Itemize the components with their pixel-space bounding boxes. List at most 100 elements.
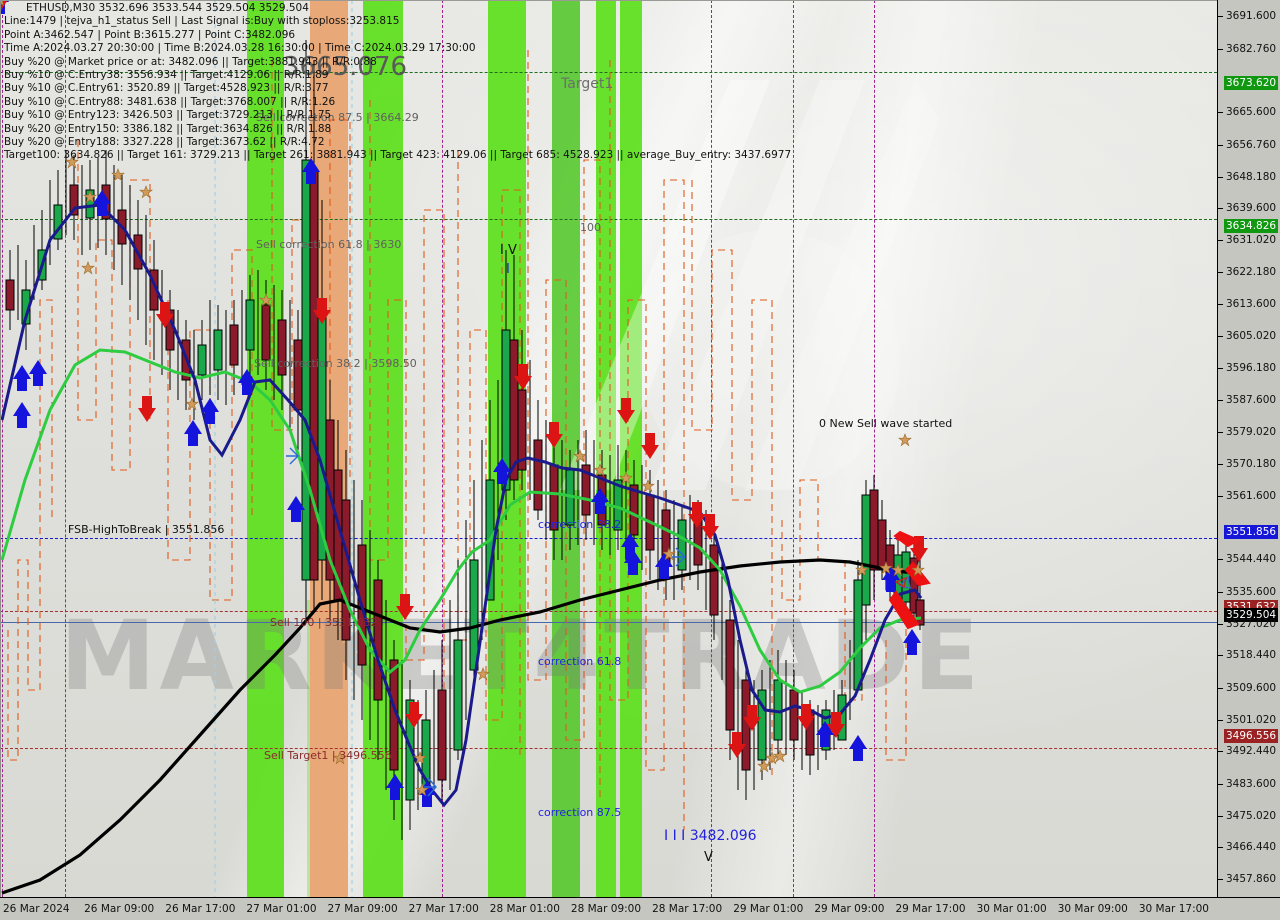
time-tick-label: 28 Mar 17:00 (652, 903, 723, 915)
price-tick-label: 3509.600 (1226, 682, 1277, 695)
time-tick-label: 30 Mar 17:00 (1138, 903, 1209, 915)
slow-ma-line (0, 203, 923, 808)
axis-tick (1218, 208, 1223, 210)
axis-tick (1218, 688, 1223, 690)
axis-tick (1218, 496, 1223, 498)
price-line-3529 (0, 622, 1217, 623)
time-tick-label: 27 Mar 01:00 (246, 903, 317, 915)
price-axis[interactable]: 3691.600 3682.760 3673.620 3665.600 3656.760… (1217, 0, 1280, 897)
axis-tick (1218, 655, 1223, 657)
axis-tick (1218, 815, 1223, 817)
price-marker-3496-556: 3496.556 (1224, 729, 1279, 744)
time-tick-label: 26 Mar 09:00 (84, 903, 155, 915)
price-tick-label: 3475.020 (1226, 809, 1277, 822)
header-line-buy-38: Buy %10 @ C.Entry38: 3556.934 || Target:… (4, 69, 329, 82)
axis-tick (1218, 879, 1223, 881)
time-tick-label: 27 Mar 09:00 (327, 903, 398, 915)
price-tick-label: 3656.760 (1226, 138, 1277, 151)
sell-correction-61: Sell correction 61.8 | 3630 (256, 238, 402, 251)
price-tick-label: 3631.020 (1226, 233, 1277, 246)
price-tick-label: 3665.600 (1226, 106, 1277, 119)
time-tick-label: 27 Mar 17:00 (408, 903, 479, 915)
header-line-buy-61: Buy %10 @ C.Entry61: 3520.89 || Target:4… (4, 82, 329, 95)
axis-tick (1218, 400, 1223, 402)
price-tick-label: 3648.180 (1226, 170, 1277, 183)
header-line-buy-150: Buy %20 @ Entry150: 3386.182 || Target:3… (4, 122, 332, 135)
axis-tick (1218, 176, 1223, 178)
chart-info-header: ETHUSD,M30 3532.696 3533.544 3529.504 35… (4, 2, 792, 163)
time-tick-label: 29 Mar 17:00 (895, 903, 966, 915)
price-line-3531 (0, 611, 1217, 612)
fsb-high-to-break: FSB-HighToBreak | 3551.856 (68, 523, 225, 536)
price-tick-label: 3691.600 (1226, 10, 1277, 23)
wave-tick-label: I (506, 262, 510, 277)
axis-tick (1218, 592, 1223, 594)
header-line-symbol: ETHUSD,M30 3532.696 3533.544 3529.504 35… (26, 2, 309, 14)
price-tick-label: 3570.180 (1226, 458, 1277, 471)
plot-left-border (0, 0, 1, 897)
price-tick-label: 3605.020 (1226, 329, 1277, 342)
axis-tick (1218, 304, 1223, 306)
time-tick-label: 26 Mar 17:00 (165, 903, 236, 915)
axis-tick (1218, 239, 1223, 241)
fast-ma-line (0, 348, 922, 694)
axis-tick (1218, 623, 1223, 625)
sell-100-label: Sell 100 | 3531.632 (270, 616, 378, 629)
correction-61-label: correction 61.8 (538, 655, 622, 668)
session-divider (2, 0, 3, 897)
price-tick-label: 3501.020 (1226, 713, 1277, 726)
axis-tick (1218, 719, 1223, 721)
time-axis[interactable]: 26 Mar 2024 26 Mar 09:00 26 Mar 17:00 27 Ma… (0, 897, 1280, 920)
price-tick-label: 3466.440 (1226, 841, 1277, 854)
chart-plot-area[interactable]: MARKET4TRADE 3665.076 Target1 100 Sell c… (0, 0, 1217, 897)
sell-correction-38: Sell correction 38.2 | 3598.50 (254, 357, 417, 370)
price-tick-label: 3639.600 (1226, 202, 1277, 215)
session-divider (874, 0, 875, 897)
price-tick-label: 3622.180 (1226, 266, 1277, 279)
header-line-status: Line:1479 | tejva_h1_status Sell | Last … (4, 15, 400, 28)
correction-87-label: correction 87.5 (538, 806, 622, 819)
axis-tick (1218, 272, 1223, 274)
axis-tick (1218, 559, 1223, 561)
price-line-3634 (0, 219, 1217, 220)
sell-target1-label: Sell Target1 | 3496.556 (264, 749, 392, 762)
price-tick-label: 3613.600 (1226, 298, 1277, 311)
session-divider (793, 0, 794, 897)
header-line-buy-market: Buy %20 @ Market price or at: 3482.096 |… (4, 55, 377, 68)
price-tick-label: 3457.860 (1226, 873, 1277, 886)
time-tick-label: 26 Mar 2024 (3, 903, 70, 915)
time-tick-label: 28 Mar 09:00 (570, 903, 642, 915)
wave-v-label: V (704, 850, 713, 865)
wave-iv-label: I V (500, 243, 517, 258)
price-tick-label: 3544.440 (1226, 553, 1277, 566)
header-line-times: Time A:2024.03.27 20:30:00 | Time B:2024… (4, 42, 476, 55)
price-marker-3634-826: 3634.826 (1224, 218, 1279, 233)
time-tick-label: 29 Mar 01:00 (733, 903, 804, 915)
price-tick-label: 3587.600 (1226, 394, 1277, 407)
header-line-points: Point A:3462.547 | Point B:3615.277 | Po… (4, 28, 296, 41)
price-tick-label: 3492.440 (1226, 745, 1277, 758)
time-tick-label: 29 Mar 09:00 (814, 903, 885, 915)
axis-tick (1218, 335, 1223, 337)
header-line-buy-88: Buy %10 @ C.Entry88: 3481.638 || Target:… (4, 95, 336, 108)
axis-tick (1218, 112, 1223, 114)
price-tick-label: 3535.600 (1226, 586, 1277, 599)
price-line-3496 (0, 748, 1217, 749)
trading-chart-window: MARKET4TRADE 3665.076 Target1 100 Sell c… (0, 0, 1280, 920)
axis-tick (1218, 48, 1223, 50)
new-sell-wave-label: 0 New Sell wave started (819, 417, 953, 430)
price-marker-3551-856: 3551.856 (1224, 525, 1279, 540)
price-tick-label: 3518.440 (1226, 649, 1277, 662)
header-line-buy-188: Buy %20 @ Entry188: 3327.228 || Target:3… (4, 136, 325, 149)
axis-tick (1218, 784, 1223, 786)
header-line-buy-123: Buy %10 @ Entry123: 3426.503 || Target:3… (4, 109, 332, 122)
price-tick-label: 3527.020 (1226, 617, 1277, 630)
wave-price-label: I I I 3482.096 (664, 828, 757, 844)
header-line-targets: Target100: 3634.826 || Target 161: 3729.… (4, 149, 792, 162)
price-tick-label: 3579.020 (1226, 425, 1277, 438)
plot-top-border (0, 0, 1217, 1)
axis-tick (1218, 144, 1223, 146)
time-tick-label: 30 Mar 01:00 (976, 903, 1047, 915)
price-tick-label: 3561.600 (1226, 490, 1277, 503)
price-tick-label: 3483.600 (1226, 778, 1277, 791)
